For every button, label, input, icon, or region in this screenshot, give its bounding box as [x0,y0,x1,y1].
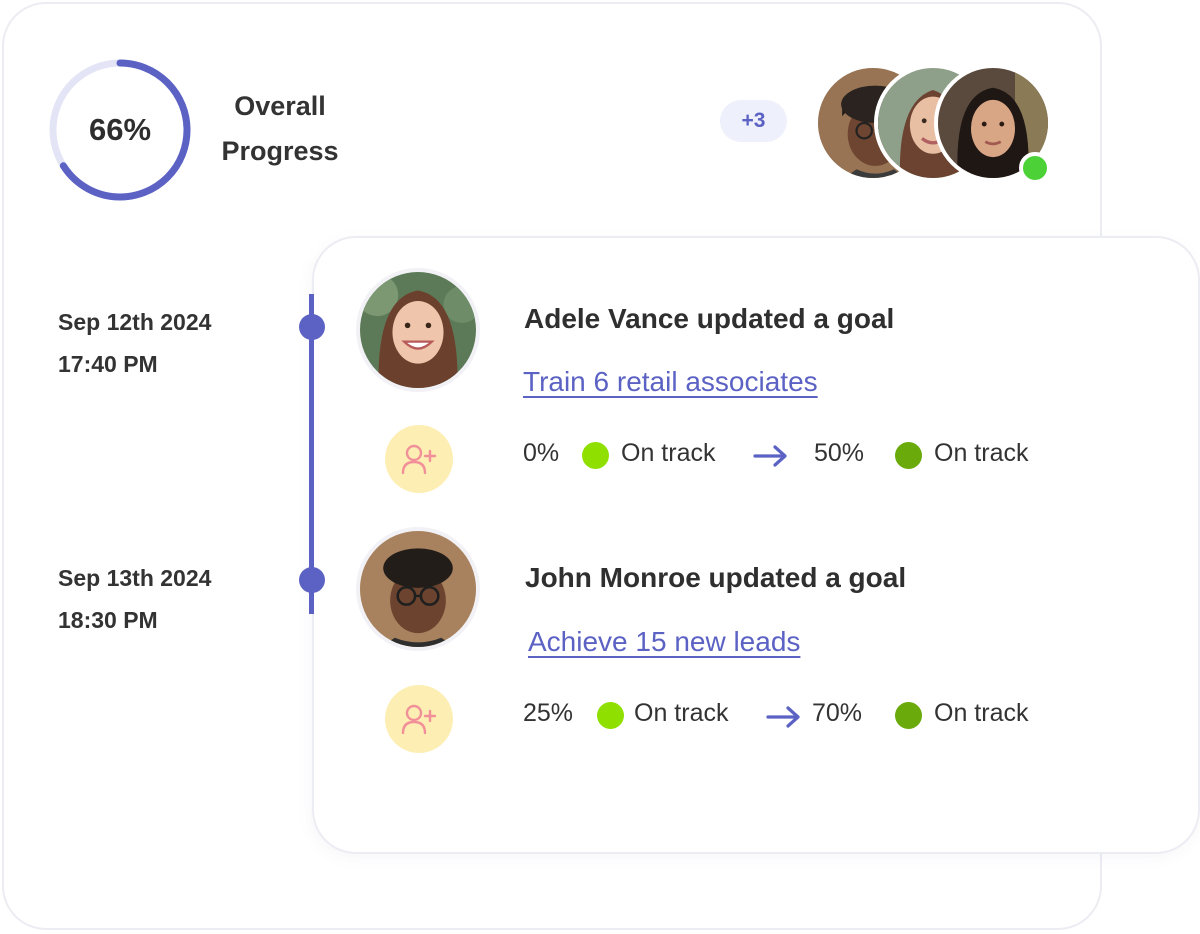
status-dot [582,442,609,469]
to-status: On track [934,439,1029,467]
arrow-right-icon [753,445,787,467]
arrow-right-icon [766,706,800,728]
event-time: 18:30 PM [58,607,158,633]
event-time: 17:40 PM [58,351,158,377]
overall-progress-value: 66% [88,112,152,147]
event-date: Sep 12th 2024 [58,309,212,335]
overall-title-line1: Overall [234,91,326,121]
timeline-dot [299,314,325,340]
add-user-icon [401,704,437,735]
add-user-icon [401,444,437,475]
event-title: Adele Vance updated a goal [524,303,895,334]
event-type-badge [385,685,453,753]
from-value: 25% [523,699,574,727]
overall-progress-title: Overall Progress [212,84,348,174]
online-status-indicator [1019,152,1051,184]
event-date: Sep 13th 2024 [58,565,212,591]
status-dot [895,442,922,469]
to-value: 70% [812,699,863,727]
overall-title-line2: Progress [221,136,339,166]
from-status: On track [621,439,716,467]
timeline-dot [299,567,325,593]
event-title: John Monroe updated a goal [525,562,907,593]
status-dot [597,702,624,729]
event-avatar-john[interactable] [356,527,480,651]
event-type-badge [385,425,453,493]
goal-link[interactable]: Train 6 retail associates [523,366,818,398]
timeline-line [309,294,314,614]
activity-widget: 66% Overall Progress +3 Sep 12th 2024 17… [0,0,1200,934]
to-status: On track [934,699,1029,727]
from-value: 0% [523,439,560,467]
to-value: 50% [814,439,865,467]
more-members-badge[interactable]: +3 [720,100,787,142]
event-avatar-adele[interactable] [356,268,480,392]
goal-link[interactable]: Achieve 15 new leads [528,626,800,658]
from-status: On track [634,699,729,727]
status-dot [895,702,922,729]
